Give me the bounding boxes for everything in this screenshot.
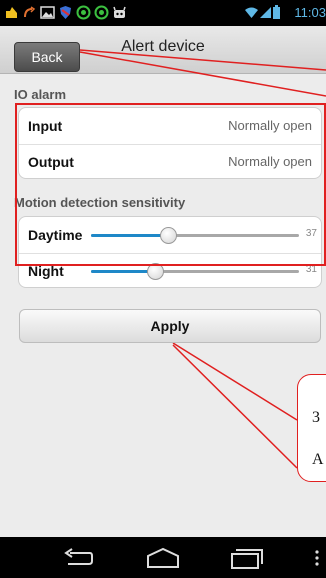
shield-app-icon — [60, 6, 71, 19]
back-button[interactable]: Back — [14, 42, 80, 72]
section-io-alarm: IO alarm — [14, 87, 67, 102]
overflow-menu-icon[interactable] — [314, 549, 320, 567]
status-bar: 11:03 — [0, 0, 326, 26]
circle-app-icon — [76, 5, 91, 20]
annotation-text: A — [312, 451, 324, 468]
title-bar: Alert device Back — [0, 26, 326, 74]
signal-icon — [260, 7, 271, 18]
back-icon[interactable] — [62, 548, 94, 568]
annotation-arrow-apply — [172, 342, 298, 469]
annotation-callout: 3 A — [297, 374, 326, 482]
notification-icon — [6, 7, 17, 18]
android-icon — [113, 6, 126, 18]
slider-fill — [91, 270, 156, 273]
annotation-text: 3 — [312, 409, 320, 426]
missed-call-icon — [24, 6, 36, 18]
recent-apps-icon[interactable] — [230, 546, 264, 570]
battery-icon — [273, 5, 280, 19]
apply-button[interactable]: Apply — [19, 309, 321, 343]
clock: 11:03 — [294, 5, 326, 20]
navigation-bar — [0, 537, 326, 578]
home-icon[interactable] — [146, 547, 180, 569]
circle-app-icon — [94, 5, 109, 20]
annotation-highlight-box — [15, 103, 326, 266]
wifi-icon — [245, 7, 258, 18]
image-icon — [40, 6, 55, 19]
